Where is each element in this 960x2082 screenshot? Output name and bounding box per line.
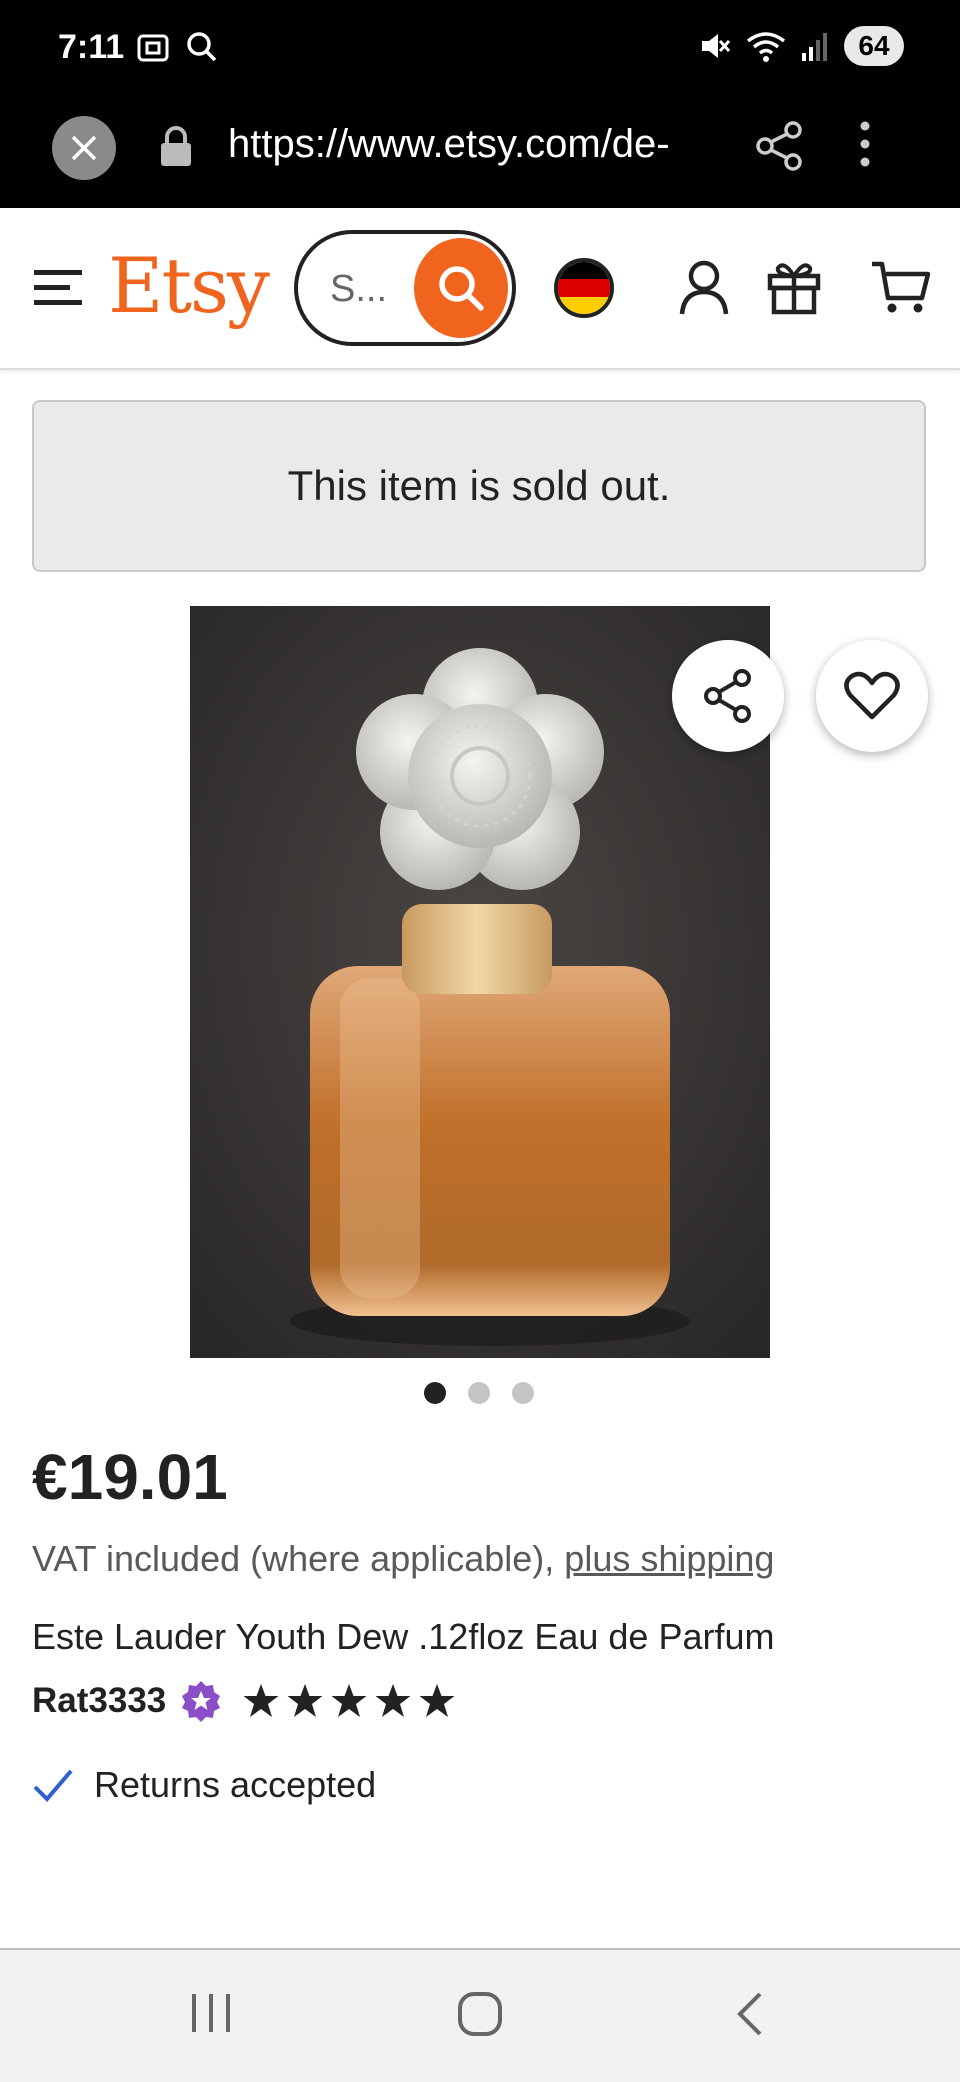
- signal-icon: [802, 33, 827, 61]
- star-icon: [375, 1684, 411, 1717]
- carousel-dot-3[interactable]: [512, 1382, 534, 1404]
- star-icon: [243, 1684, 279, 1717]
- hamburger-menu-icon[interactable]: [32, 268, 84, 308]
- battery-indicator: 64: [844, 26, 904, 66]
- carousel-dots: [424, 1382, 534, 1404]
- url-text[interactable]: https://www.etsy.com/de-: [228, 122, 718, 167]
- rating-stars: [242, 1683, 456, 1719]
- share-button[interactable]: [672, 640, 784, 752]
- returns-info: Returns accepted: [32, 1764, 376, 1806]
- etsy-logo[interactable]: Etsy: [108, 248, 270, 324]
- product-title: Este Lauder Youth Dew .12floz Eau de Par…: [32, 1616, 775, 1657]
- shipping-link[interactable]: plus shipping: [564, 1538, 774, 1579]
- product-price: €19.01: [32, 1441, 228, 1513]
- screenshot-icon: [137, 34, 169, 62]
- recent-apps-icon[interactable]: [188, 1990, 234, 2036]
- wifi-icon: [746, 32, 786, 62]
- cart-icon[interactable]: [870, 258, 930, 316]
- gift-icon[interactable]: [766, 258, 822, 316]
- favorite-button[interactable]: [816, 640, 928, 752]
- back-icon[interactable]: [732, 1990, 766, 2038]
- sold-out-banner: This item is sold out.: [32, 400, 926, 572]
- search-icon: [439, 266, 484, 311]
- carousel-dot-1[interactable]: [424, 1382, 446, 1404]
- lock-icon: [161, 126, 191, 166]
- search-icon: [187, 32, 217, 62]
- star-icon: [287, 1684, 323, 1717]
- seller-name[interactable]: Rat3333: [32, 1681, 166, 1721]
- heart-icon: [844, 671, 900, 720]
- region-flag-button[interactable]: [554, 258, 614, 318]
- vat-info: VAT included (where applicable), plus sh…: [32, 1538, 774, 1580]
- carousel-dot-2[interactable]: [468, 1382, 490, 1404]
- status-bar: 7:11 64: [0, 0, 960, 100]
- close-icon: [71, 135, 97, 161]
- search-button[interactable]: [414, 238, 508, 338]
- returns-label: Returns accepted: [94, 1764, 377, 1805]
- search-input[interactable]: S...: [330, 268, 387, 311]
- seller-row: Rat3333: [32, 1680, 456, 1722]
- status-time: 7:11: [58, 28, 125, 66]
- home-icon[interactable]: [456, 1990, 504, 2038]
- close-tab-button[interactable]: [52, 116, 116, 180]
- star-icon: [419, 1684, 455, 1717]
- account-icon[interactable]: [678, 258, 730, 318]
- vat-text: VAT included (where applicable),: [32, 1538, 565, 1579]
- share-icon[interactable]: [755, 120, 803, 172]
- mute-icon: [702, 34, 731, 58]
- share-icon: [704, 669, 751, 723]
- more-options-icon[interactable]: [858, 118, 872, 170]
- checkmark-icon: [33, 1769, 73, 1802]
- star-seller-badge-icon: [182, 1681, 221, 1722]
- star-icon: [331, 1684, 367, 1717]
